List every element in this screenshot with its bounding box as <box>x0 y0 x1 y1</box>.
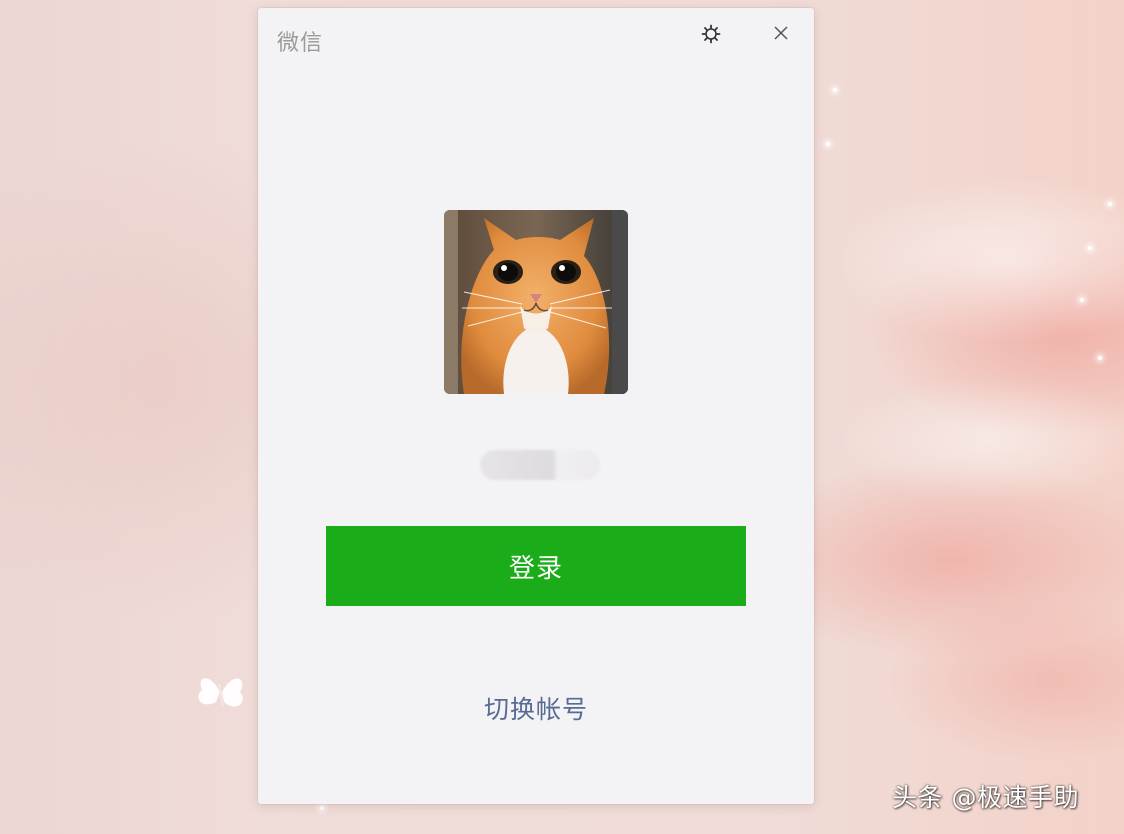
watermark-text: 头条 @极速手助 <box>892 783 1079 812</box>
sparkle <box>1080 298 1084 302</box>
window-title: 微信 <box>277 31 324 56</box>
gear-icon[interactable] <box>700 23 722 45</box>
sparkle <box>1088 246 1092 250</box>
sparkle <box>1098 356 1102 360</box>
cat-avatar-image <box>444 210 628 394</box>
sparkle <box>320 806 324 810</box>
butterfly-decoration <box>198 678 243 707</box>
sparkle <box>833 88 837 92</box>
username-blurred <box>480 450 600 480</box>
avatar <box>444 210 628 394</box>
sparkle <box>826 142 830 146</box>
login-button[interactable]: 登录 <box>326 526 746 606</box>
wechat-login-window: 微信 登录 切换帐号 <box>258 8 814 804</box>
sparkle <box>1108 202 1112 206</box>
switch-account-link[interactable]: 切换帐号 <box>258 690 814 726</box>
close-icon[interactable] <box>770 22 792 44</box>
